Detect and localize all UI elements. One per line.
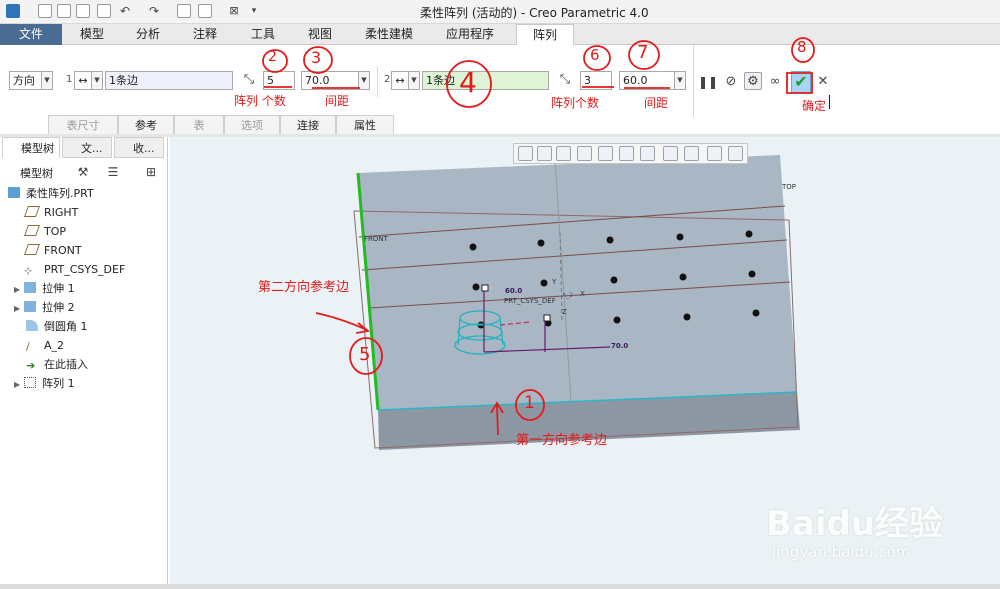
pattern-dot (537, 239, 545, 247)
view-toolbar (513, 143, 748, 164)
annotation-number-8: 8 (797, 38, 807, 56)
display-style-icon[interactable] (663, 146, 678, 161)
dimension-60-label[interactable]: 60.0 (505, 287, 522, 295)
pattern-dot (610, 276, 618, 284)
axis-y-label: Y (552, 278, 557, 286)
pattern-dot (472, 283, 480, 291)
annotation-display-icon[interactable] (728, 146, 743, 161)
saved-views-icon[interactable] (619, 146, 634, 161)
annotation-number-1: 1 (524, 393, 535, 413)
csys-label: PRT_CSYS_DEF (504, 297, 556, 305)
annotation-first-direction: 第一方向参考边 (516, 433, 608, 448)
pattern-dot (745, 230, 753, 238)
drag-handle[interactable] (481, 284, 489, 292)
repaint-icon[interactable] (577, 146, 592, 161)
axis-z-label: Z (562, 308, 567, 316)
pattern-dot (752, 309, 760, 317)
datum-display-icon[interactable] (707, 146, 722, 161)
pattern-dot (469, 243, 477, 251)
axis-a2-label: A_2 (562, 292, 573, 299)
orient-icon[interactable] (598, 146, 613, 161)
annotation-second-direction: 第二方向参考边 (258, 280, 350, 295)
annotation-number-7: 7 (637, 42, 649, 63)
zoom-in-icon[interactable] (537, 146, 552, 161)
annotation-count-label-2: 阵列个数 (551, 96, 600, 110)
annotation-spacing-label-2: 间距 (644, 96, 669, 110)
pattern-dot (748, 270, 756, 278)
pattern-dot (613, 316, 621, 324)
annotation-confirm-label: 确定 (802, 99, 827, 113)
watermark-url: jingyan.baidu.com (772, 543, 911, 561)
annotation-count-label-1: 阵列 个数 (234, 94, 286, 108)
dimension-70-label[interactable]: 70.0 (611, 342, 628, 350)
pattern-dot (606, 236, 614, 244)
front-plane-label: FRONT (364, 235, 388, 243)
annotation-number-3: 3 (311, 48, 322, 67)
annotation-number-4: 4 (459, 66, 477, 99)
status-bar (0, 584, 1000, 589)
axis-x-label: X (580, 290, 585, 298)
pattern-dot (540, 279, 548, 287)
zoom-out-icon[interactable] (556, 146, 571, 161)
annotation-number-5: 5 (359, 344, 371, 365)
perspective-icon[interactable] (684, 146, 699, 161)
block-top-face (358, 155, 797, 410)
drag-handle[interactable] (543, 314, 551, 322)
annotation-number-6: 6 (590, 46, 600, 64)
refit-icon[interactable] (518, 146, 533, 161)
watermark-brand: Baidu经验 (766, 504, 944, 544)
annotation-spacing-label-1: 间距 (325, 94, 350, 108)
pattern-dot (679, 273, 687, 281)
arrow-first-direction (496, 404, 499, 436)
pattern-dot (683, 313, 691, 321)
pattern-dot (676, 233, 684, 241)
view-manager-icon[interactable] (640, 146, 655, 161)
arrow-second-direction (315, 312, 368, 331)
top-plane-label: TOP (782, 183, 797, 191)
annotation-number-2: 2 (268, 49, 277, 65)
